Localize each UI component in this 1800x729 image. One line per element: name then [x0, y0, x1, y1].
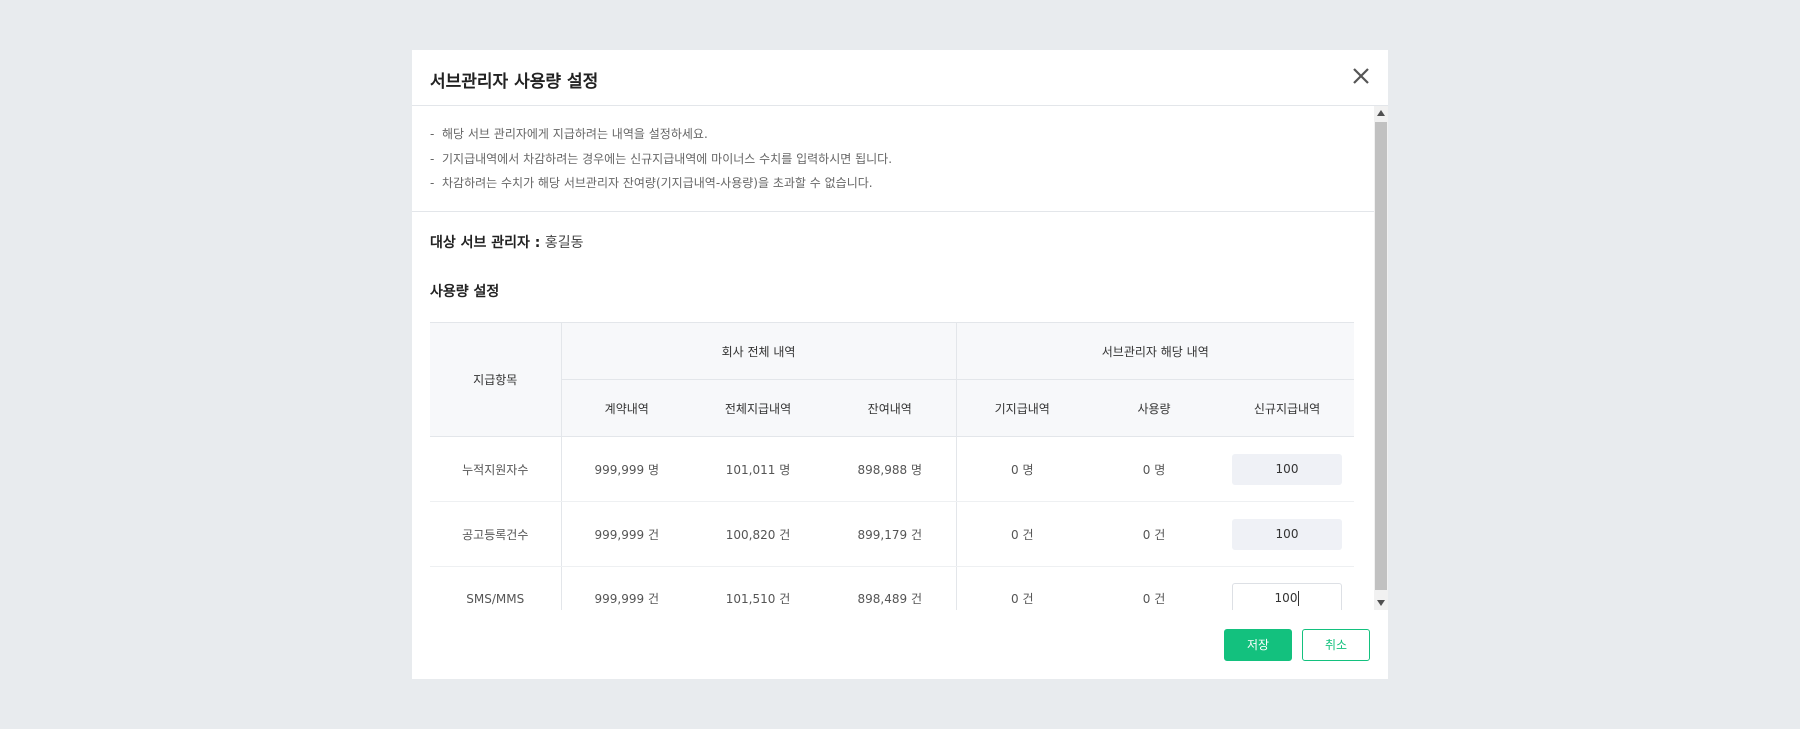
modal-header: 서브관리자 사용량 설정	[412, 50, 1388, 106]
notice-text: 기지급내역에서 차감하려는 경우에는 신규지급내역에 마이너스 수치를 입력하시…	[441, 151, 893, 166]
used-value: 0 건	[1142, 592, 1166, 606]
modal-body: - 해당 서브 관리자에게 지급하려는 내역을 설정하세요. - 기지급내역에서…	[412, 106, 1388, 610]
vertical-scrollbar[interactable]	[1374, 106, 1388, 610]
table-row: SMS/MMS 999,999 건 101,510 건 898,489 건 0 …	[430, 566, 1354, 610]
notice-line: - 기지급내역에서 차감하려는 경우에는 신규지급내역에 마이너스 수치를 입력…	[430, 147, 1356, 172]
table-row: 누적지원자수 999,999 명 101,011 명 898,988 명 0 명…	[430, 436, 1354, 502]
total-paid-value: 101,510 건	[725, 592, 791, 606]
usage-settings-modal: 서브관리자 사용량 설정 - 해당 서브 관리자에게 지급하려는 내역을 설정하…	[412, 50, 1388, 679]
contract-value: 999,999 건	[560, 566, 692, 610]
target-label: 대상 서브 관리자 :	[430, 235, 541, 251]
target-value: 홍길동	[544, 235, 584, 251]
item-name: 공고등록건수	[430, 501, 561, 567]
col-total-paid: 전체지급내역	[692, 379, 824, 437]
bullet: -	[430, 151, 435, 166]
used-value: 0 건	[1088, 501, 1220, 567]
paid-value: 0 명	[955, 436, 1088, 502]
item-name: SMS/MMS	[466, 591, 525, 606]
usage-table: 지급항목 회사 전체 내역 서브관리자 해당 내역 계약내역 전체지급내역 잔여…	[430, 322, 1354, 610]
table-row: 공고등록건수 999,999 건 100,820 건 899,179 건 0 건…	[430, 501, 1354, 567]
text-caret	[1298, 591, 1300, 606]
save-button[interactable]: 저장	[1224, 629, 1292, 661]
total-paid-value: 101,011 명	[692, 436, 824, 502]
notice-line: - 차감하려는 수치가 해당 서브관리자 잔여량(기지급내역-사용량)을 초과할…	[430, 171, 1356, 196]
new-paid-cell: 100	[1220, 501, 1354, 567]
col-new-paid: 신규지급내역	[1220, 379, 1354, 437]
new-paid-input[interactable]: 100	[1232, 518, 1342, 550]
new-paid-input-focused[interactable]: 100	[1232, 583, 1342, 610]
notice-text: 해당 서브 관리자에게 지급하려는 내역을 설정하세요.	[441, 127, 708, 141]
paid-value: 0 건	[955, 501, 1088, 567]
contract-value: 999,999 건	[560, 501, 692, 567]
target-sub-admin: 대상 서브 관리자 : 홍길동	[430, 232, 583, 252]
contract-value: 999,999 명	[560, 436, 692, 502]
remaining-value: 898,988 명	[824, 436, 956, 502]
section-title: 사용량 설정	[430, 284, 500, 300]
new-paid-input[interactable]: 100	[1232, 453, 1342, 485]
new-paid-cell: 100	[1220, 436, 1354, 502]
remaining-value: 898,489 건	[857, 592, 922, 606]
header-sub-admin: 서브관리자 해당 내역	[955, 322, 1354, 380]
col-remaining: 잔여내역	[824, 379, 956, 437]
scroll-up-arrow-icon[interactable]	[1374, 106, 1388, 120]
scroll-down-arrow-icon[interactable]	[1374, 596, 1388, 610]
notice-line: - 해당 서브 관리자에게 지급하려는 내역을 설정하세요.	[430, 122, 1356, 147]
col-paid: 기지급내역	[955, 379, 1088, 437]
col-contract: 계약내역	[560, 379, 692, 437]
header-company: 회사 전체 내역	[560, 322, 956, 380]
new-paid-cell: 100	[1220, 567, 1354, 610]
notice-text: 차감하려는 수치가 해당 서브관리자 잔여량(기지급내역-사용량)을 초과할 수…	[441, 176, 873, 190]
used-value: 0 명	[1088, 436, 1220, 502]
remaining-value: 899,179 건	[824, 501, 956, 567]
notice-box: - 해당 서브 관리자에게 지급하려는 내역을 설정하세요. - 기지급내역에서…	[412, 106, 1374, 212]
item-name: 누적지원자수	[430, 436, 561, 502]
paid-value: 0 건	[955, 566, 1088, 610]
modal-title: 서브관리자 사용량 설정	[430, 72, 599, 92]
total-paid-value: 100,820 건	[692, 501, 824, 567]
cancel-button[interactable]: 취소	[1302, 629, 1370, 661]
scroll-thumb[interactable]	[1375, 122, 1387, 590]
input-value: 100	[1274, 591, 1298, 605]
bullet: -	[430, 176, 435, 190]
header-item: 지급항목	[430, 322, 561, 437]
close-icon	[1353, 68, 1369, 84]
bullet: -	[430, 127, 435, 141]
col-used: 사용량	[1088, 379, 1220, 437]
close-button[interactable]	[1346, 61, 1376, 91]
